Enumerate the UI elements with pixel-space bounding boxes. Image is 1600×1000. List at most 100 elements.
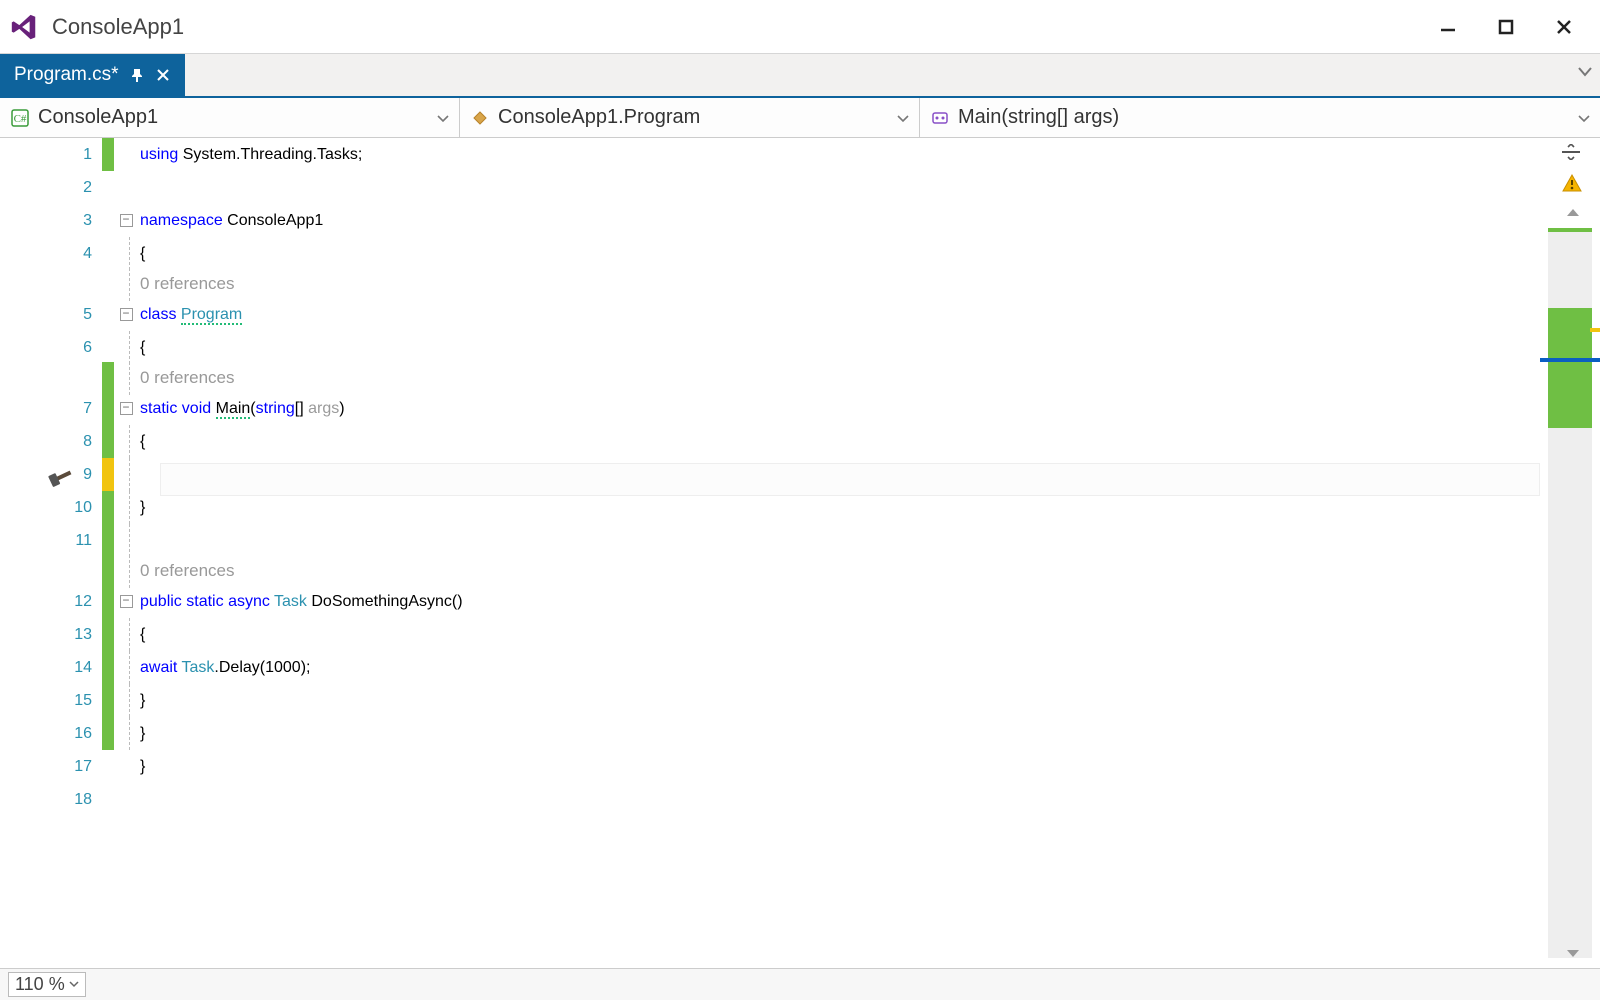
- navigation-bar: C# ConsoleApp1 ConsoleApp1.Program Main(…: [0, 98, 1600, 138]
- change-marker: [102, 458, 114, 491]
- line-number: 4: [0, 245, 102, 263]
- code-line: 2: [0, 171, 1540, 204]
- code-line: 18: [0, 783, 1540, 816]
- change-marker: [102, 331, 114, 364]
- line-number: 10: [0, 499, 102, 517]
- csharp-project-icon: C#: [10, 108, 30, 128]
- document-tab-bar: Program.cs*: [0, 54, 1600, 98]
- chevron-down-icon: [1578, 106, 1590, 129]
- change-marker: [102, 425, 114, 458]
- code-line: 6 {: [0, 331, 1540, 364]
- maximize-button[interactable]: [1494, 15, 1518, 39]
- chevron-down-icon: [69, 981, 79, 988]
- overview-change-mark: [1548, 308, 1592, 428]
- title-bar: ConsoleApp1: [0, 0, 1600, 54]
- change-marker: [102, 684, 114, 717]
- code-editor[interactable]: 1 using System.Threading.Tasks; 2 3 − na…: [0, 138, 1600, 968]
- line-number: 12: [0, 593, 102, 611]
- tab-label: Program.cs*: [14, 64, 119, 86]
- class-dropdown[interactable]: ConsoleApp1.Program: [460, 98, 920, 137]
- line-number: 18: [0, 791, 102, 809]
- class-icon: [470, 108, 490, 128]
- code-line: 12 − public static async Task DoSomethin…: [0, 585, 1540, 618]
- line-number: 14: [0, 659, 102, 677]
- project-dropdown[interactable]: C# ConsoleApp1: [0, 98, 460, 137]
- line-number: 11: [0, 532, 102, 550]
- fold-toggle[interactable]: −: [120, 595, 133, 608]
- change-marker: [102, 204, 114, 237]
- overview-caret-position: [1540, 358, 1600, 362]
- change-marker: [102, 171, 114, 204]
- line-number: 5: [0, 306, 102, 324]
- overview-warning-mark: [1590, 328, 1600, 332]
- code-line: 5 − class Program: [0, 298, 1540, 331]
- overview-scrollbar[interactable]: [1540, 138, 1600, 968]
- line-number: 16: [0, 725, 102, 743]
- fold-toggle[interactable]: −: [120, 308, 133, 321]
- line-number: 15: [0, 692, 102, 710]
- class-dropdown-label: ConsoleApp1.Program: [498, 106, 700, 129]
- line-number: 17: [0, 758, 102, 776]
- code-line: 8 {: [0, 425, 1540, 458]
- quick-actions-hammer-icon[interactable]: [46, 463, 76, 493]
- code-line: 3 − namespace ConsoleApp1: [0, 204, 1540, 237]
- change-marker: [102, 392, 114, 425]
- line-number: 8: [0, 433, 102, 451]
- window-title: ConsoleApp1: [52, 14, 1436, 40]
- code-line: 17 }: [0, 750, 1540, 783]
- line-number: 13: [0, 626, 102, 644]
- chevron-down-icon: [437, 106, 449, 129]
- change-marker: [102, 750, 114, 783]
- active-files-dropdown-icon[interactable]: [1578, 64, 1592, 82]
- code-line: 13 {: [0, 618, 1540, 651]
- code-line: 4 {: [0, 237, 1540, 270]
- window-controls: [1436, 15, 1592, 39]
- change-marker: [102, 585, 114, 618]
- minimize-button[interactable]: [1436, 15, 1460, 39]
- status-bar: 110 %: [0, 968, 1600, 1000]
- close-button[interactable]: [1552, 15, 1576, 39]
- change-marker: [102, 491, 114, 524]
- code-line: 16 }: [0, 717, 1540, 750]
- change-marker: [102, 717, 114, 750]
- line-number: 3: [0, 212, 102, 230]
- codelens[interactable]: 0 references: [0, 557, 1540, 585]
- change-marker: [102, 237, 114, 270]
- code-line: 11: [0, 524, 1540, 557]
- line-number: 1: [0, 146, 102, 164]
- scroll-down-icon[interactable]: [1566, 946, 1580, 964]
- codelens[interactable]: 0 references: [0, 270, 1540, 298]
- change-marker: [102, 618, 114, 651]
- scroll-up-icon[interactable]: [1566, 204, 1580, 222]
- split-handle-icon[interactable]: [1560, 144, 1582, 165]
- fold-toggle[interactable]: −: [120, 402, 133, 415]
- codelens[interactable]: 0 references: [0, 364, 1540, 392]
- warning-icon[interactable]: [1562, 174, 1582, 197]
- method-icon: [930, 108, 950, 128]
- current-line-highlight: [160, 463, 1540, 496]
- overview-change-mark: [1548, 228, 1592, 232]
- project-dropdown-label: ConsoleApp1: [38, 106, 158, 129]
- change-marker: [102, 651, 114, 684]
- svg-text:C#: C#: [14, 113, 27, 125]
- zoom-dropdown[interactable]: 110 %: [8, 972, 86, 997]
- zoom-value: 110 %: [15, 974, 65, 995]
- fold-toggle[interactable]: −: [120, 214, 133, 227]
- tab-program-cs[interactable]: Program.cs*: [0, 54, 185, 96]
- change-marker: [102, 138, 114, 171]
- change-marker: [102, 298, 114, 331]
- code-line: 15 }: [0, 684, 1540, 717]
- close-tab-icon[interactable]: [155, 67, 171, 83]
- visual-studio-logo-icon: [8, 11, 40, 43]
- pin-icon[interactable]: [129, 67, 145, 83]
- member-dropdown[interactable]: Main(string[] args): [920, 98, 1600, 137]
- change-marker: [102, 524, 114, 557]
- line-number: 2: [0, 179, 102, 197]
- line-number: 6: [0, 339, 102, 357]
- chevron-down-icon: [897, 106, 909, 129]
- member-dropdown-label: Main(string[] args): [958, 106, 1119, 129]
- line-number: 7: [0, 400, 102, 418]
- code-line: 14 await Task.Delay(1000);: [0, 651, 1540, 684]
- code-line: 7 − static void Main(string[] args): [0, 392, 1540, 425]
- overview-ruler[interactable]: [1548, 228, 1592, 958]
